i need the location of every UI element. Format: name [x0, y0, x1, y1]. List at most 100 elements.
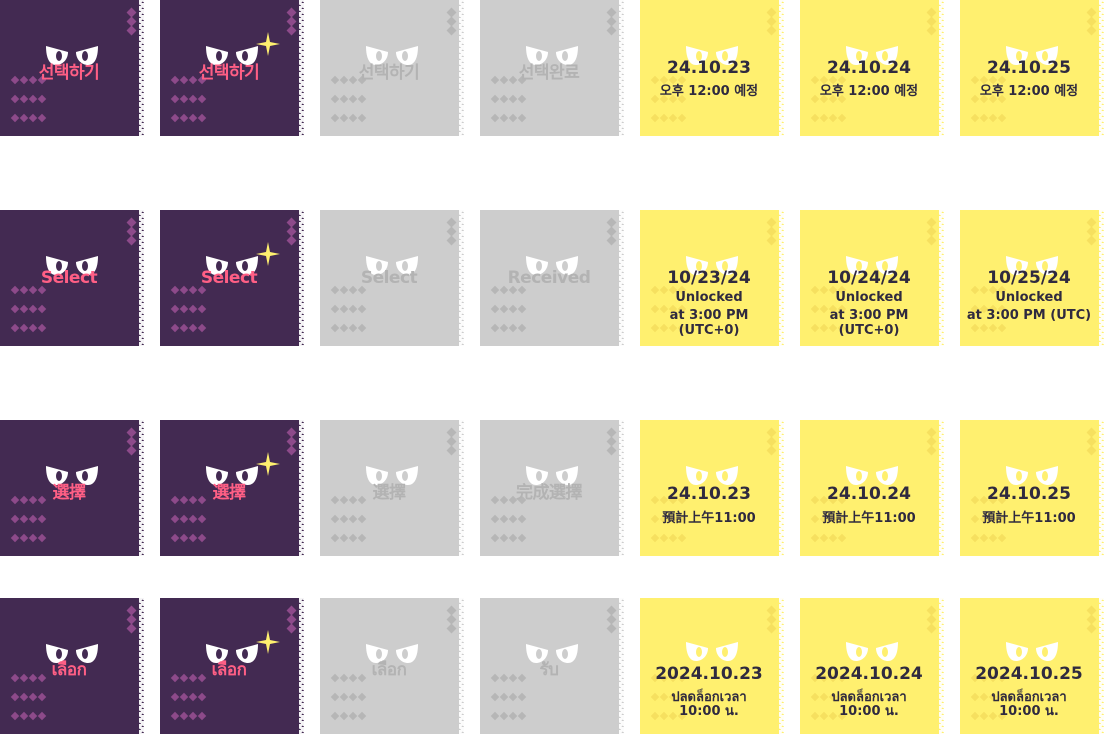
- sparkle-icon: [256, 630, 280, 654]
- diamond-pattern-icon: [606, 605, 616, 634]
- diamond-pattern-icon: [766, 217, 776, 246]
- tile-row-th: เลือก เลือก เลือก รับ 2024.10.23 ปลดล็อก…: [0, 598, 1104, 734]
- unlock-time-note: Unlocked: [675, 290, 743, 305]
- diamond-pattern-icon: [926, 427, 936, 456]
- locked-date-tile: 24.10.23 預計上午11:00: [640, 420, 784, 556]
- select-button-hover[interactable]: Select: [160, 210, 304, 346]
- locked-date-tile: 24.10.23 오후 12:00 예정: [640, 0, 784, 136]
- diamond-pattern-icon: [446, 427, 456, 456]
- diamond-pattern-icon: [126, 605, 136, 634]
- unlock-date: 24.10.25: [987, 58, 1071, 78]
- diamond-pattern-icon: [766, 7, 776, 36]
- unlock-date: 24.10.23: [667, 484, 751, 504]
- diamond-pattern-icon: [766, 427, 776, 456]
- diamond-pattern-icon: [126, 427, 136, 456]
- tile-label: 선택하기: [198, 63, 260, 83]
- selection-complete-button: Received: [480, 210, 624, 346]
- diamond-pattern-icon: [606, 217, 616, 246]
- diamond-pattern-icon: [286, 427, 296, 456]
- tile-label: 선택완료: [518, 63, 580, 83]
- tile-label: รับ: [539, 660, 559, 680]
- sparkle-icon: [256, 242, 280, 266]
- tile-label: เลือก: [371, 660, 407, 680]
- unlock-date: 10/25/24: [987, 268, 1071, 288]
- unlock-date: 10/24/24: [827, 268, 911, 288]
- tile-label: Select: [40, 268, 98, 288]
- unlock-time-note: 預計上午11:00: [822, 511, 916, 526]
- unlock-time-detail: at 3:00 PM (UTC): [966, 308, 1092, 323]
- cat-eyes-icon: [1004, 464, 1060, 486]
- diamond-pattern-icon: [126, 7, 136, 36]
- select-button[interactable]: เลือก: [0, 598, 144, 734]
- selection-complete-button: 선택완료: [480, 0, 624, 136]
- diamond-pattern-icon: [606, 7, 616, 36]
- unlock-date: 24.10.25: [987, 484, 1071, 504]
- unlock-date: 2024.10.23: [655, 664, 763, 684]
- unlock-date: 24.10.24: [827, 58, 911, 78]
- select-button-hover[interactable]: 選擇: [160, 420, 304, 556]
- unlock-time-note: Unlocked: [835, 290, 903, 305]
- select-button-disabled: Select: [320, 210, 464, 346]
- unlock-time-detail: 10:00 น.: [839, 704, 899, 719]
- locked-date-tile: 24.10.25 預計上午11:00: [960, 420, 1104, 556]
- locked-date-tile: 24.10.25 오후 12:00 예정: [960, 0, 1104, 136]
- tile-label: Select: [200, 268, 258, 288]
- cat-eyes-icon: [684, 640, 740, 662]
- select-button-disabled: 선택하기: [320, 0, 464, 136]
- locked-date-tile: 24.10.24 오후 12:00 예정: [800, 0, 944, 136]
- selection-complete-button: รับ: [480, 598, 624, 734]
- diamond-pattern-icon: [606, 427, 616, 456]
- tile-row-ko: 선택하기 선택하기 선택하기 선택완료 24.10.23 오후 12:00 예정…: [0, 0, 1104, 136]
- unlock-time-note: Unlocked: [995, 290, 1063, 305]
- unlock-date: 24.10.24: [827, 484, 911, 504]
- locked-date-tile: 10/24/24 Unlocked at 3:00 PM (UTC+0): [800, 210, 944, 346]
- unlock-time-detail: at 3:00 PM (UTC+0): [669, 308, 749, 338]
- select-button-hover[interactable]: 선택하기: [160, 0, 304, 136]
- select-button-hover[interactable]: เลือก: [160, 598, 304, 734]
- diamond-pattern-icon: [286, 605, 296, 634]
- tile-row-zh: 選擇 選擇 選擇 完成選擇 24.10.23 預計上午11:00 24.10.2…: [0, 420, 1104, 556]
- diamond-pattern-icon: [1086, 605, 1096, 634]
- unlock-time-note: 預計上午11:00: [662, 511, 756, 526]
- unlock-date: 24.10.23: [667, 58, 751, 78]
- cat-eyes-icon: [844, 464, 900, 486]
- tile-label: 선택하기: [38, 63, 100, 83]
- cat-eyes-icon: [1004, 640, 1060, 662]
- cat-eyes-icon: [844, 640, 900, 662]
- select-button[interactable]: 選擇: [0, 420, 144, 556]
- diamond-pattern-icon: [926, 605, 936, 634]
- select-button-disabled: เลือก: [320, 598, 464, 734]
- locked-date-tile: 10/25/24 Unlocked at 3:00 PM (UTC): [960, 210, 1104, 346]
- diamond-pattern-icon: [286, 217, 296, 246]
- unlock-time-note: 오후 12:00 예정: [979, 84, 1079, 99]
- diamond-pattern-icon: [126, 217, 136, 246]
- sparkle-icon: [256, 32, 280, 56]
- locked-date-tile: 2024.10.23 ปลดล็อกเวลา 10:00 น.: [640, 598, 784, 734]
- diamond-pattern-icon: [926, 7, 936, 36]
- unlock-date: 10/23/24: [667, 268, 751, 288]
- selection-complete-button: 完成選擇: [480, 420, 624, 556]
- tile-label: เลือก: [211, 660, 247, 680]
- unlock-time-detail: at 3:00 PM (UTC+0): [829, 308, 909, 338]
- tile-label: Received: [507, 268, 591, 288]
- unlock-time-note: 오후 12:00 예정: [819, 84, 919, 99]
- select-button[interactable]: Select: [0, 210, 144, 346]
- unlock-date: 2024.10.25: [975, 664, 1083, 684]
- sparkle-icon: [256, 452, 280, 476]
- tile-label: 完成選擇: [516, 483, 583, 503]
- diamond-pattern-icon: [1086, 217, 1096, 246]
- tile-label: เลือก: [51, 660, 87, 680]
- diamond-pattern-icon: [1086, 427, 1096, 456]
- diamond-pattern-icon: [766, 605, 776, 634]
- select-button-disabled: 選擇: [320, 420, 464, 556]
- tile-label: 選擇: [52, 483, 87, 503]
- locked-date-tile: 24.10.24 預計上午11:00: [800, 420, 944, 556]
- locked-date-tile: 2024.10.25 ปลดล็อกเวลา 10:00 น.: [960, 598, 1104, 734]
- select-button[interactable]: 선택하기: [0, 0, 144, 136]
- unlock-time-note: 預計上午11:00: [982, 511, 1076, 526]
- unlock-time-note: 오후 12:00 예정: [659, 84, 759, 99]
- unlock-time-detail: 10:00 น.: [999, 704, 1059, 719]
- tile-label: 選擇: [212, 483, 247, 503]
- diamond-pattern-icon: [926, 217, 936, 246]
- diamond-pattern-icon: [446, 217, 456, 246]
